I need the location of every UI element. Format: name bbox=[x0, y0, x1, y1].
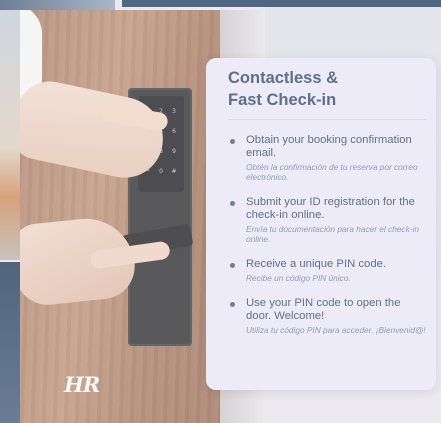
background-fragment-left-lower bbox=[0, 262, 20, 423]
background-fragment-top-left bbox=[0, 0, 115, 10]
bullet-icon bbox=[230, 263, 235, 268]
step-subtext: Obtén la confirmación de tu reserva por … bbox=[246, 162, 418, 182]
checkin-step: Use your PIN code to open the door. Welc… bbox=[228, 297, 428, 335]
step-subtext: Utiliza tu código PIN para acceder. ¡Bie… bbox=[246, 325, 426, 335]
step-text: Use your PIN code to open the door. Welc… bbox=[246, 297, 401, 322]
step-text: Obtain your booking confirmation email. bbox=[246, 134, 412, 159]
hr-logo: HR bbox=[64, 372, 100, 397]
step-text: Submit your ID registration for the chec… bbox=[246, 196, 415, 221]
checkin-info-card: Contactless & Fast Check-in Obtain your … bbox=[206, 58, 436, 390]
card-title: Contactless & Fast Check-in bbox=[228, 67, 428, 111]
checkin-steps-list: Obtain your booking confirmation email. … bbox=[228, 134, 428, 349]
card-title-line-1: Contactless & bbox=[228, 69, 339, 87]
background-fragment-left bbox=[0, 10, 20, 260]
checkin-banner: 1 2 3 4 5 6 7 8 9 * 0 # HR Contactless &… bbox=[0, 0, 441, 423]
checkin-step: Obtain your booking confirmation email. … bbox=[228, 134, 428, 182]
step-subtext: Envía tu documentación para hacer el che… bbox=[246, 224, 419, 244]
step-subtext: Recibe un código PIN único. bbox=[246, 273, 351, 283]
card-divider bbox=[228, 119, 426, 120]
checkin-step: Submit your ID registration for the chec… bbox=[228, 196, 428, 244]
card-title-line-2: Fast Check-in bbox=[228, 91, 337, 109]
step-text: Receive a unique PIN code. bbox=[246, 258, 387, 270]
bullet-icon bbox=[230, 201, 235, 206]
bullet-icon bbox=[230, 139, 235, 144]
bullet-icon bbox=[230, 302, 235, 307]
checkin-step: Receive a unique PIN code. Recibe un cód… bbox=[228, 258, 428, 283]
background-fragment-top-strip bbox=[122, 0, 441, 7]
